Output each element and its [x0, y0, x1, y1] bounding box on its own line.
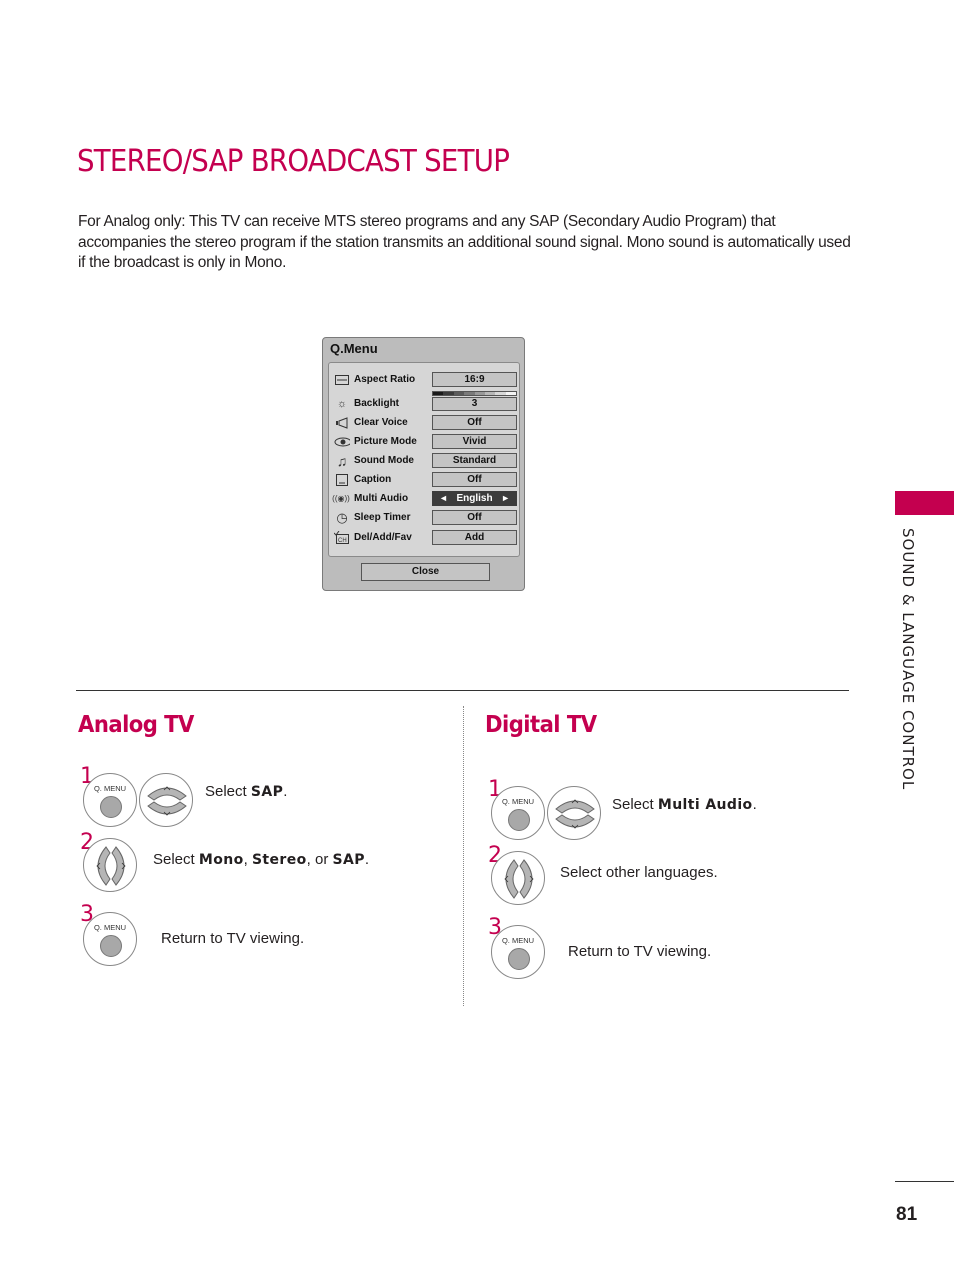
- page-title: STEREO/SAP BROADCAST SETUP: [77, 144, 510, 179]
- qmenu-value: Standard: [432, 453, 517, 468]
- up-down-arrows-icon: [555, 799, 595, 829]
- button-caption: Q. MENU: [93, 923, 127, 932]
- step-1-instruction: Select SAP.: [205, 783, 288, 800]
- step-1-instruction: Select Multi Audio.: [612, 796, 757, 813]
- qmenu-label: Sleep Timer: [354, 512, 411, 523]
- multi-audio-icon: ((◉)): [332, 494, 350, 503]
- left-right-arrows-icon: [96, 846, 126, 886]
- qmenu-value: Off: [432, 510, 517, 525]
- qmenu-label: Caption: [354, 474, 392, 485]
- up-down-arrows-icon: [147, 786, 187, 816]
- qmenu-value: 3: [432, 397, 517, 411]
- button-caption: Q. MENU: [93, 784, 127, 793]
- qmenu-title: Q.Menu: [330, 341, 378, 356]
- channel-icon: CH: [334, 530, 350, 545]
- multi-audio-value: English: [456, 493, 493, 504]
- qmenu-value: Add: [432, 530, 517, 545]
- sleep-timer-icon: ◷: [336, 509, 348, 525]
- option-sap: SAP: [250, 784, 284, 800]
- step-3-instruction: Return to TV viewing.: [568, 943, 712, 960]
- qmenu-label: Multi Audio: [354, 493, 409, 504]
- qmenu-label: Clear Voice: [354, 417, 408, 428]
- column-divider: [463, 706, 464, 1006]
- button-caption: Q. MENU: [501, 936, 535, 945]
- qmenu-value: Off: [432, 415, 517, 430]
- button-caption: Q. MENU: [501, 797, 535, 806]
- option-mono: Mono: [198, 852, 244, 868]
- up-down-nav-button: [139, 773, 193, 827]
- backlight-icon: ☼: [336, 397, 348, 410]
- qmenu-item-picture-mode[interactable]: Picture Mode Vivid: [329, 433, 519, 451]
- button-dot: [508, 809, 530, 831]
- qmenu-item-sleep-timer[interactable]: ◷ Sleep Timer Off: [329, 509, 519, 527]
- left-right-arrows-icon: [504, 859, 534, 899]
- option-sap: SAP: [332, 852, 365, 868]
- qmenu-label: Del/Add/Fav: [354, 532, 412, 543]
- qmenu-remote-button: Q. MENU: [491, 786, 545, 840]
- qmenu-remote-button: Q. MENU: [491, 925, 545, 979]
- qmenu-value-selected[interactable]: ◄ English ►: [432, 491, 517, 506]
- clear-voice-icon: [334, 415, 350, 430]
- qmenu-label: Aspect Ratio: [354, 374, 416, 385]
- picture-mode-icon: [334, 434, 350, 449]
- caption-icon: [334, 472, 350, 487]
- left-right-nav-button: [491, 851, 545, 905]
- analog-tv-heading: Analog TV: [78, 712, 194, 738]
- qmenu-item-multi-audio[interactable]: ((◉)) Multi Audio ◄ English ►: [329, 490, 519, 508]
- left-right-nav-button: [83, 838, 137, 892]
- option-stereo: Stereo: [251, 852, 307, 868]
- step-2-instruction: Select other languages.: [560, 864, 718, 881]
- qmenu-item-backlight[interactable]: ☼ Backlight 3: [329, 391, 519, 413]
- page-number: 81: [896, 1204, 918, 1225]
- section-divider: [76, 690, 849, 691]
- qmenu-remote-button: Q. MENU: [83, 912, 137, 966]
- qmenu-value: Off: [432, 472, 517, 487]
- qmenu-item-del-add-fav[interactable]: CH Del/Add/Fav Add: [329, 529, 519, 547]
- option-multi-audio: Multi Audio: [657, 797, 753, 813]
- qmenu-item-caption[interactable]: Caption Off: [329, 471, 519, 489]
- aspect-ratio-icon: [334, 372, 350, 387]
- qmenu-item-aspect-ratio[interactable]: Aspect Ratio 16:9: [329, 371, 519, 389]
- qmenu-panel: Q.Menu Aspect Ratio 16:9 ☼ Backlight 3 C…: [322, 337, 525, 591]
- page-number-rule: [895, 1181, 954, 1182]
- right-arrow-icon[interactable]: ►: [501, 492, 510, 505]
- button-dot: [100, 796, 122, 818]
- qmenu-remote-button: Q. MENU: [83, 773, 137, 827]
- left-arrow-icon[interactable]: ◄: [439, 492, 448, 505]
- qmenu-item-sound-mode[interactable]: ♫ Sound Mode Standard: [329, 452, 519, 470]
- button-dot: [100, 935, 122, 957]
- up-down-nav-button: [547, 786, 601, 840]
- chapter-tab: [895, 491, 954, 515]
- step-2-instruction: Select Mono, Stereo, or SAP.: [153, 851, 370, 868]
- svg-text:CH: CH: [338, 538, 347, 544]
- qmenu-label: Picture Mode: [354, 436, 417, 447]
- button-dot: [508, 948, 530, 970]
- qmenu-list: Aspect Ratio 16:9 ☼ Backlight 3 Clear Vo…: [328, 362, 520, 557]
- step-3-instruction: Return to TV viewing.: [161, 930, 305, 947]
- backlight-level-bar[interactable]: [432, 391, 517, 396]
- qmenu-value: Vivid: [432, 434, 517, 449]
- close-button[interactable]: Close: [361, 563, 490, 581]
- chapter-label: SOUND & LANGUAGE CONTROL: [899, 528, 917, 791]
- qmenu-label: Backlight: [354, 398, 400, 409]
- qmenu-item-clear-voice[interactable]: Clear Voice Off: [329, 414, 519, 432]
- intro-paragraph: For Analog only: This TV can receive MTS…: [78, 213, 851, 271]
- sound-mode-icon: ♫: [336, 452, 348, 469]
- digital-tv-heading: Digital TV: [485, 712, 597, 738]
- qmenu-value: 16:9: [432, 372, 517, 387]
- qmenu-label: Sound Mode: [354, 455, 414, 466]
